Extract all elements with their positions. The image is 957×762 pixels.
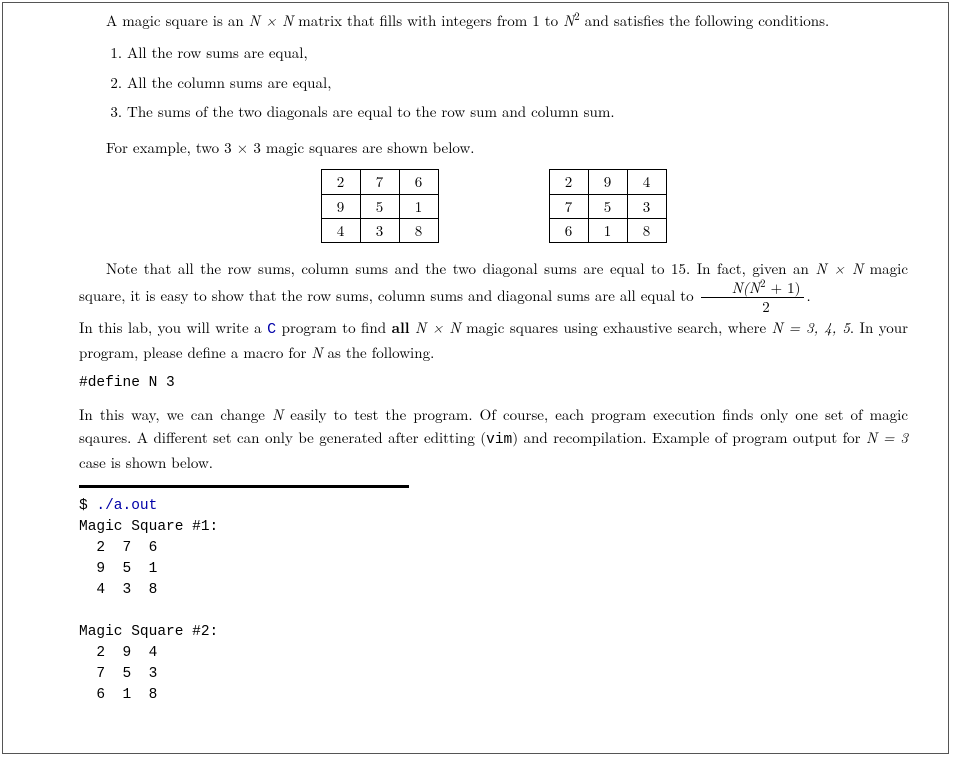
text: case is shown below. (79, 452, 213, 473)
note-paragraph: Note that all the row sums, column sums … (79, 257, 908, 364)
program-output: Magic Square #1: 2 7 6 9 5 1 4 3 8 Magic… (79, 519, 218, 703)
code-inline: vim (486, 432, 512, 448)
text: In this way, we can change (79, 404, 272, 425)
output-block: $ ./a.out Magic Square #1: 2 7 6 9 5 1 4… (79, 485, 409, 706)
math-n-by-n: N × N (249, 10, 294, 31)
define-macro: #define N 3 (79, 372, 908, 394)
cell: 6 (549, 218, 588, 242)
cell: 1 (588, 218, 627, 242)
document-page: { "intro": { "line1_a": "A magic square … (2, 2, 949, 754)
example-intro: For example, two 3 × 3 magic squares are… (79, 136, 908, 159)
cell: 8 (399, 218, 438, 242)
text: ) and recompilation. Example of program … (512, 427, 866, 448)
cell: 5 (360, 194, 399, 218)
text: Note that all the row sums, column sums … (106, 258, 815, 279)
cell: 4 (321, 218, 360, 242)
code-inline: C (267, 321, 276, 338)
math-n-by-n: N × N (815, 258, 863, 279)
cell: 3 (627, 194, 666, 218)
condition-item: All the row sums are equal, (127, 38, 908, 67)
intro-paragraph: A magic square is an N × N matrix that f… (79, 9, 908, 32)
cell: 4 (627, 170, 666, 194)
cell: 5 (588, 194, 627, 218)
text: A magic square is an (106, 10, 249, 31)
text: matrix that fills with integers from 1 t… (293, 10, 563, 31)
math-n: N (311, 342, 322, 363)
way-paragraph: In this way, we can change N easily to t… (79, 403, 908, 475)
math-n: N (272, 404, 283, 425)
condition-item: All the column sums are equal, (127, 68, 908, 97)
cell: 7 (360, 170, 399, 194)
text: program to find (276, 317, 391, 338)
cell: 8 (627, 218, 666, 242)
text: as the following. (322, 342, 434, 363)
terminal-output: $ ./a.out Magic Square #1: 2 7 6 9 5 1 4… (79, 496, 409, 706)
cell: 3 (360, 218, 399, 242)
text: and satisfies the following conditions. (580, 10, 830, 31)
math-n-by-n: N × N (415, 317, 461, 338)
cell: 9 (588, 170, 627, 194)
text: In this lab, you will write a (79, 317, 267, 338)
cell: 9 (321, 194, 360, 218)
condition-item: The sums of the two diagonals are equal … (127, 97, 908, 126)
text: magic squares using exhaustive search, w… (461, 317, 772, 338)
conditions-list: All the row sums are equal, All the colu… (79, 38, 908, 126)
cell: 7 (549, 194, 588, 218)
math-n-values: N = 3, 4, 5 (772, 317, 850, 338)
magic-square-tables: 276 951 438 294 753 618 (79, 169, 908, 243)
math-n-squared: N2 (563, 10, 580, 31)
text: . (806, 285, 810, 306)
shell-prompt: $ (79, 498, 96, 514)
cell: 2 (321, 170, 360, 194)
magic-square-2: 294 753 618 (549, 169, 667, 243)
cell: 6 (399, 170, 438, 194)
text: magic squares are shown below. (261, 137, 475, 158)
text: For example, two (106, 137, 224, 158)
magic-square-1: 276 951 438 (321, 169, 439, 243)
math-n-eq: N = 3 (866, 427, 908, 448)
math-fraction: N(N2 + 1)2 (701, 280, 805, 316)
cell: 1 (399, 194, 438, 218)
bold-text: all (392, 317, 410, 338)
math-dim: 3 × 3 (224, 137, 261, 158)
shell-command: ./a.out (96, 498, 157, 514)
cell: 2 (549, 170, 588, 194)
